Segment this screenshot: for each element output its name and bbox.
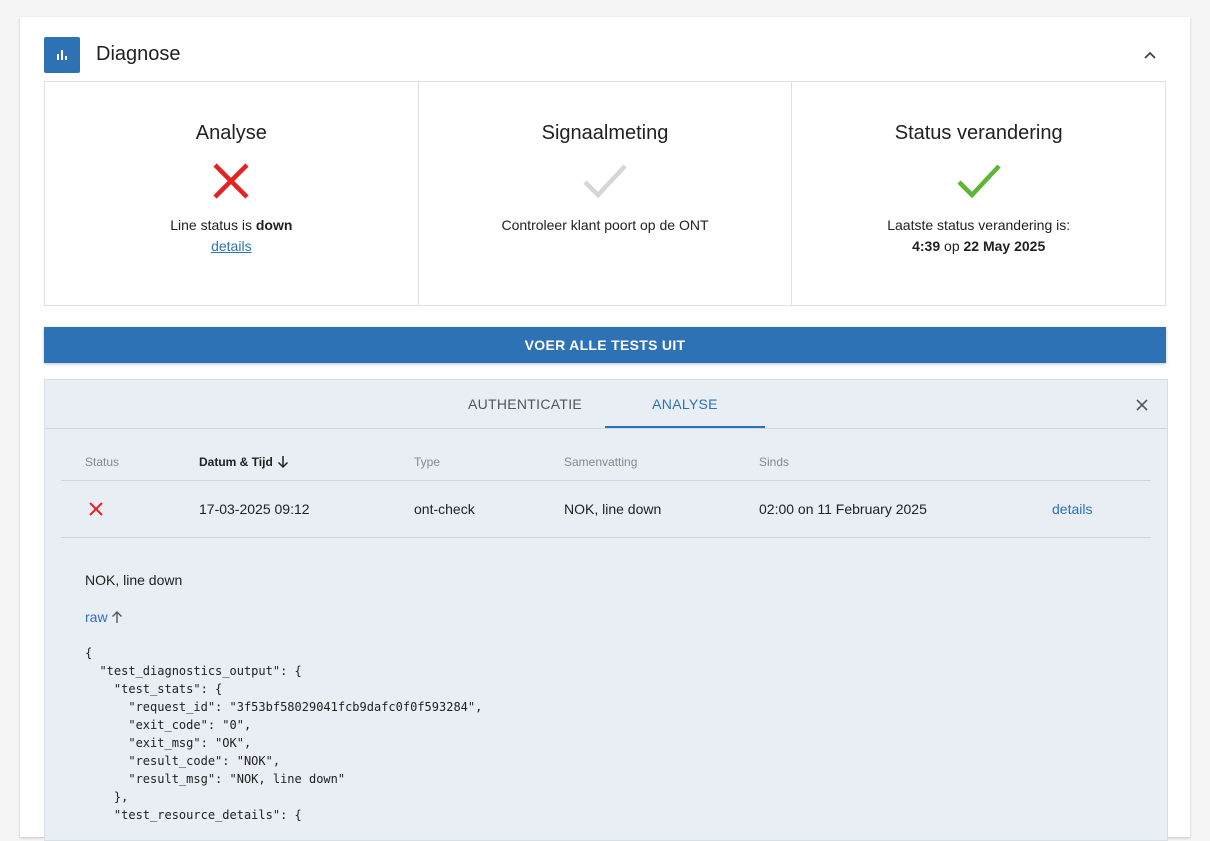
results-panel: AUTHENTICATIE ANALYSE Status Datum & Tij… — [44, 379, 1168, 841]
details-link[interactable]: details — [211, 238, 251, 254]
check-icon — [419, 161, 792, 205]
raw-json-output: { "test_diagnostics_output": { "test_sta… — [85, 646, 483, 822]
col-summary: Samenvatting — [564, 455, 638, 469]
run-all-tests-button[interactable]: VOER ALLE TESTS UIT — [44, 327, 1166, 363]
cross-icon — [45, 161, 418, 205]
raw-label: raw — [85, 609, 108, 625]
row-details-link[interactable]: details — [1052, 501, 1092, 517]
status-line: Laatste status verandering is: — [887, 217, 1071, 233]
col-datetime-label: Datum & Tijd — [199, 455, 273, 469]
arrow-down-icon — [277, 456, 288, 469]
tab-analyse[interactable]: ANALYSE — [605, 380, 765, 428]
arrow-up-icon — [111, 611, 122, 623]
status-time: 4:39 — [912, 238, 941, 254]
raw-toggle[interactable]: raw — [85, 609, 123, 625]
panel-title: Analyse — [195, 122, 267, 144]
card-title: Diagnose — [96, 43, 181, 65]
col-type: Type — [414, 455, 441, 469]
close-icon[interactable] — [1135, 398, 1149, 412]
panel-analyse: Analyse Line status is down details — [44, 81, 419, 306]
tab-authenticatie[interactable]: AUTHENTICATIE — [445, 380, 605, 428]
check-icon — [792, 161, 1165, 205]
tab-bar: AUTHENTICATIE ANALYSE — [45, 380, 1167, 429]
table-row: 17-03-2025 09:12 ont-check NOK, line dow… — [61, 481, 1151, 538]
panel-status-text: Controleer klant poort op de ONT — [501, 217, 709, 233]
cross-icon — [89, 502, 103, 519]
table-header: Status Datum & Tijd Type Samenvatting Si… — [61, 444, 1151, 481]
col-status: Status — [85, 455, 120, 469]
panel-status-text: Line status is down details — [45, 215, 418, 257]
chevron-up-icon[interactable] — [1140, 45, 1160, 65]
card-header[interactable]: Diagnose — [44, 37, 1166, 73]
panel-title: Signaalmeting — [541, 122, 669, 144]
row-summary: NOK, line down — [564, 501, 662, 517]
results-table: Status Datum & Tijd Type Samenvatting Si… — [61, 444, 1151, 538]
status-value: down — [255, 217, 293, 233]
detail-summary: NOK, line down — [85, 572, 183, 588]
bar-chart-icon — [44, 37, 80, 73]
diagnose-card: Diagnose Analyse Line status is down det… — [20, 17, 1190, 841]
panel-status-text: Laatste status verandering is: 4:39 op 2… — [792, 215, 1165, 257]
col-datetime[interactable]: Datum & Tijd — [199, 455, 289, 469]
row-since: 02:00 on 11 February 2025 — [759, 501, 927, 517]
summary-panels: Analyse Line status is down details Sign… — [44, 81, 1167, 306]
panel-signaalmeting: Signaalmeting Controleer klant poort op … — [417, 81, 793, 306]
panel-status-verandering: Status verandering Laatste status verand… — [791, 81, 1167, 306]
panel-title: Status verandering — [894, 122, 1063, 144]
status-connector: op — [940, 238, 964, 254]
status-prefix: Line status is — [170, 217, 256, 233]
row-type: ont-check — [414, 501, 475, 517]
col-since: Sinds — [759, 455, 790, 469]
row-datetime: 17-03-2025 09:12 — [199, 501, 310, 517]
status-date: 22 May 2025 — [963, 238, 1046, 254]
